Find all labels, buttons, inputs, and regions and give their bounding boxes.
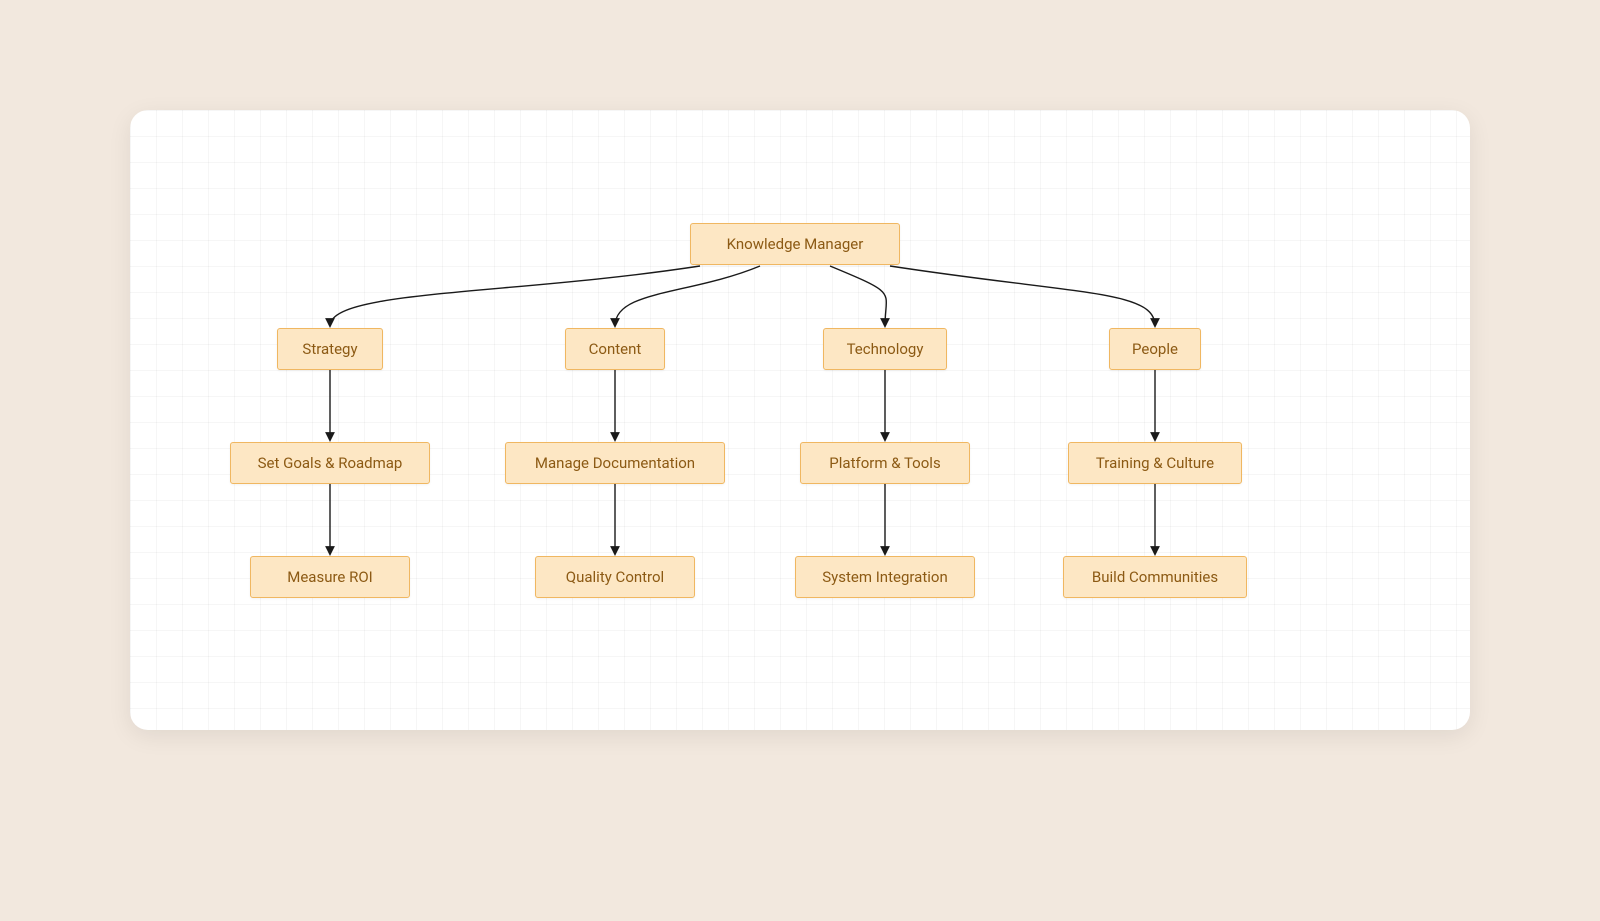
node-content-item-1[interactable]: Manage Documentation	[505, 442, 725, 484]
node-content-item-2[interactable]: Quality Control	[535, 556, 695, 598]
node-category-people[interactable]: People	[1109, 328, 1201, 370]
node-technology-item-2[interactable]: System Integration	[795, 556, 975, 598]
node-people-item-1[interactable]: Training & Culture	[1068, 442, 1242, 484]
node-people-item-2[interactable]: Build Communities	[1063, 556, 1247, 598]
hierarchy-diagram: Knowledge Manager Strategy Set Goals & R…	[130, 110, 1470, 730]
node-strategy-item-1[interactable]: Set Goals & Roadmap	[230, 442, 430, 484]
diagram-card: Knowledge Manager Strategy Set Goals & R…	[130, 110, 1470, 730]
node-category-technology[interactable]: Technology	[823, 328, 947, 370]
node-category-strategy[interactable]: Strategy	[277, 328, 383, 370]
node-strategy-item-2[interactable]: Measure ROI	[250, 556, 410, 598]
node-category-content[interactable]: Content	[565, 328, 665, 370]
node-technology-item-1[interactable]: Platform & Tools	[800, 442, 970, 484]
node-root[interactable]: Knowledge Manager	[690, 223, 900, 265]
connector-layer	[130, 110, 1470, 730]
